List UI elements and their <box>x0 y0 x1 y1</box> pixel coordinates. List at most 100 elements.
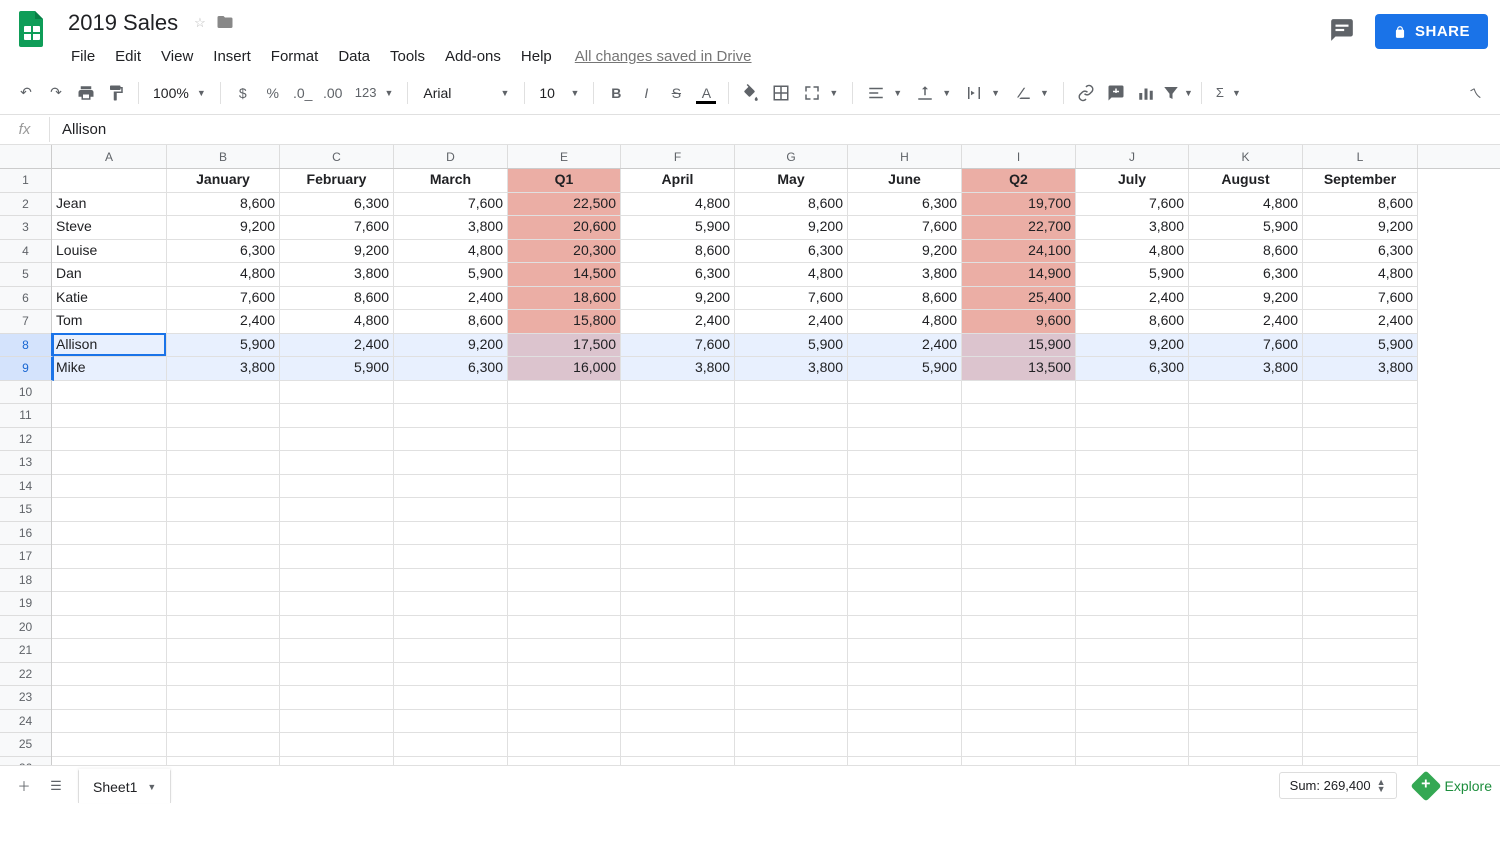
row-header-12[interactable]: 12 <box>0 428 51 452</box>
cell-A25[interactable] <box>52 733 167 757</box>
cell-I11[interactable] <box>962 404 1076 428</box>
cell-E15[interactable] <box>508 498 621 522</box>
cell-K18[interactable] <box>1189 569 1303 593</box>
explore-button[interactable]: Explore <box>1415 775 1492 797</box>
cell-G18[interactable] <box>735 569 848 593</box>
cell-K1[interactable]: August <box>1189 169 1303 193</box>
cell-C25[interactable] <box>280 733 394 757</box>
cell-L15[interactable] <box>1303 498 1418 522</box>
functions-icon[interactable]: Σ▼ <box>1210 79 1247 107</box>
cell-F25[interactable] <box>621 733 735 757</box>
cell-D19[interactable] <box>394 592 508 616</box>
row-header-17[interactable]: 17 <box>0 545 51 569</box>
save-status[interactable]: All changes saved in Drive <box>575 48 752 65</box>
borders-icon[interactable] <box>767 79 795 107</box>
cell-D11[interactable] <box>394 404 508 428</box>
cell-E6[interactable]: 18,600 <box>508 287 621 311</box>
cell-C7[interactable]: 4,800 <box>280 310 394 334</box>
cell-G19[interactable] <box>735 592 848 616</box>
cell-C13[interactable] <box>280 451 394 475</box>
cell-C10[interactable] <box>280 381 394 405</box>
cell-I12[interactable] <box>962 428 1076 452</box>
cell-J21[interactable] <box>1076 639 1189 663</box>
cell-A14[interactable] <box>52 475 167 499</box>
cell-H12[interactable] <box>848 428 962 452</box>
cell-J10[interactable] <box>1076 381 1189 405</box>
cell-G26[interactable] <box>735 757 848 766</box>
cell-I4[interactable]: 24,100 <box>962 240 1076 264</box>
comments-icon[interactable] <box>1329 17 1355 46</box>
cell-I1[interactable]: Q2 <box>962 169 1076 193</box>
cell-L4[interactable]: 6,300 <box>1303 240 1418 264</box>
cell-B24[interactable] <box>167 710 280 734</box>
cell-F23[interactable] <box>621 686 735 710</box>
cell-I21[interactable] <box>962 639 1076 663</box>
cell-L25[interactable] <box>1303 733 1418 757</box>
cell-H15[interactable] <box>848 498 962 522</box>
cell-C17[interactable] <box>280 545 394 569</box>
cell-F17[interactable] <box>621 545 735 569</box>
cell-K4[interactable]: 8,600 <box>1189 240 1303 264</box>
cell-B21[interactable] <box>167 639 280 663</box>
cell-G5[interactable]: 4,800 <box>735 263 848 287</box>
cell-F18[interactable] <box>621 569 735 593</box>
cell-E13[interactable] <box>508 451 621 475</box>
cell-A18[interactable] <box>52 569 167 593</box>
col-header-H[interactable]: H <box>848 145 962 168</box>
menu-data[interactable]: Data <box>329 42 379 71</box>
cell-I5[interactable]: 14,900 <box>962 263 1076 287</box>
cell-L18[interactable] <box>1303 569 1418 593</box>
cell-G9[interactable]: 3,800 <box>735 357 848 381</box>
row-header-14[interactable]: 14 <box>0 475 51 499</box>
cell-H25[interactable] <box>848 733 962 757</box>
filter-icon[interactable]: ▼ <box>1162 79 1193 107</box>
cell-C11[interactable] <box>280 404 394 428</box>
cell-C1[interactable]: February <box>280 169 394 193</box>
cell-B1[interactable]: January <box>167 169 280 193</box>
cell-L24[interactable] <box>1303 710 1418 734</box>
row-header-15[interactable]: 15 <box>0 498 51 522</box>
cell-B23[interactable] <box>167 686 280 710</box>
cell-E24[interactable] <box>508 710 621 734</box>
cell-C18[interactable] <box>280 569 394 593</box>
cell-H13[interactable] <box>848 451 962 475</box>
cell-L8[interactable]: 5,900 <box>1303 334 1418 358</box>
cell-C14[interactable] <box>280 475 394 499</box>
row-header-26[interactable]: 26 <box>0 757 51 766</box>
cell-C4[interactable]: 9,200 <box>280 240 394 264</box>
cell-G22[interactable] <box>735 663 848 687</box>
folder-icon[interactable] <box>216 13 234 34</box>
cell-K11[interactable] <box>1189 404 1303 428</box>
col-header-B[interactable]: B <box>167 145 280 168</box>
cell-D4[interactable]: 4,800 <box>394 240 508 264</box>
decrease-decimal-icon[interactable]: .0_ <box>289 79 317 107</box>
cell-K23[interactable] <box>1189 686 1303 710</box>
cell-D3[interactable]: 3,800 <box>394 216 508 240</box>
cell-K12[interactable] <box>1189 428 1303 452</box>
cell-I23[interactable] <box>962 686 1076 710</box>
cell-I9[interactable]: 13,500 <box>962 357 1076 381</box>
cell-C22[interactable] <box>280 663 394 687</box>
share-button[interactable]: SHARE <box>1375 14 1488 49</box>
cell-A24[interactable] <box>52 710 167 734</box>
cell-D24[interactable] <box>394 710 508 734</box>
cell-I24[interactable] <box>962 710 1076 734</box>
cell-F12[interactable] <box>621 428 735 452</box>
cell-K8[interactable]: 7,600 <box>1189 334 1303 358</box>
cell-A7[interactable]: Tom <box>52 310 167 334</box>
cell-G17[interactable] <box>735 545 848 569</box>
cell-H26[interactable] <box>848 757 962 766</box>
cell-K26[interactable] <box>1189 757 1303 766</box>
cell-E25[interactable] <box>508 733 621 757</box>
cell-F15[interactable] <box>621 498 735 522</box>
collapse-toolbar-icon[interactable]: ㄟ <box>1463 77 1488 108</box>
cell-I19[interactable] <box>962 592 1076 616</box>
cell-K22[interactable] <box>1189 663 1303 687</box>
cell-G8[interactable]: 5,900 <box>735 334 848 358</box>
cell-E21[interactable] <box>508 639 621 663</box>
cell-E5[interactable]: 14,500 <box>508 263 621 287</box>
formula-input[interactable]: Allison <box>50 117 1500 142</box>
cell-F19[interactable] <box>621 592 735 616</box>
star-icon[interactable]: ☆ <box>194 15 206 31</box>
cell-I20[interactable] <box>962 616 1076 640</box>
